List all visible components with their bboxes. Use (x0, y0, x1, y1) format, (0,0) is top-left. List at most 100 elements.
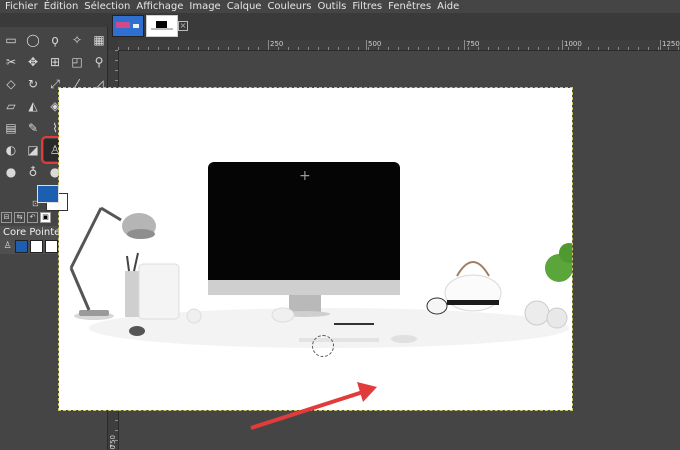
ruler-minor-tick (148, 47, 149, 50)
menu-item[interactable]: Calque (224, 0, 265, 13)
thumbnail-1-icon (113, 16, 143, 36)
menu-item[interactable]: Affichage (133, 0, 186, 13)
free-select-icon[interactable]: ϙ (44, 29, 66, 51)
option-swatch[interactable] (15, 240, 28, 253)
ruler-minor-tick (128, 47, 129, 50)
ruler-minor-tick (278, 47, 279, 50)
ruler-minor-tick (115, 60, 118, 61)
ruler-minor-tick (115, 80, 118, 81)
zoom-icon[interactable]: ⚲ (88, 51, 110, 73)
close-tab-icon[interactable]: × (178, 21, 188, 31)
ruler-minor-tick (398, 47, 399, 50)
align-icon[interactable]: ⊞ (44, 51, 66, 73)
ruler-minor-tick (638, 47, 639, 50)
ruler-minor-tick (158, 47, 159, 50)
ruler-minor-tick (468, 47, 469, 50)
dock-tab[interactable]: ⇆ (14, 211, 25, 223)
ruler-minor-tick (458, 47, 459, 50)
menu-item[interactable]: Couleurs (264, 0, 314, 13)
tool-options-title: Core Pointer (3, 227, 65, 238)
image-canvas[interactable] (58, 87, 579, 411)
menu-item[interactable]: Sélection (81, 0, 133, 13)
horizontal-ruler[interactable]: 250 500 750 1000 1250 (118, 40, 680, 51)
ruler-minor-tick (538, 47, 539, 50)
scissors-icon[interactable]: ✂ (0, 51, 22, 73)
ruler-tick (562, 40, 563, 50)
menu-item[interactable]: Fenêtres (385, 0, 434, 13)
ellipse-select-icon[interactable]: ◯ (22, 29, 44, 51)
menu-item[interactable]: Filtres (349, 0, 385, 13)
menu-item[interactable]: Édition (41, 0, 82, 13)
ruler-label: 500 (368, 40, 382, 48)
ruler-tick (464, 40, 465, 50)
rotate-icon[interactable]: ↻ (22, 73, 44, 95)
ruler-minor-tick (588, 47, 589, 50)
ruler-minor-tick (678, 47, 679, 50)
ruler-minor-tick (178, 47, 179, 50)
dock-tab[interactable]: ▣ (40, 211, 51, 223)
dock-tab[interactable]: ⊟ (1, 211, 12, 223)
menu-item[interactable]: Aide (434, 0, 462, 13)
fuzzy-select-icon[interactable]: ✧ (66, 29, 88, 51)
crosshair-cursor: + (299, 168, 311, 184)
option-swatch[interactable] (30, 240, 43, 253)
ruler-minor-tick (318, 47, 319, 50)
ruler-minor-tick (408, 47, 409, 50)
ruler-minor-tick (168, 47, 169, 50)
menu-item[interactable]: Image (186, 0, 223, 13)
ruler-minor-tick (115, 440, 118, 441)
ruler-minor-tick (508, 47, 509, 50)
ruler-minor-tick (248, 47, 249, 50)
image-tab-thumbnail-2[interactable] (146, 15, 178, 37)
pencil-icon[interactable]: ✎ (22, 117, 44, 139)
airbrush-icon[interactable]: ◪ (22, 139, 44, 161)
ruler-minor-tick (228, 47, 229, 50)
ruler-label: 1000 (564, 40, 582, 48)
bucket-fill-icon[interactable]: ◐ (0, 139, 22, 161)
ruler-minor-tick (308, 47, 309, 50)
ruler-minor-tick (258, 47, 259, 50)
ruler-minor-tick (288, 47, 289, 50)
dock-tab[interactable]: ↶ (27, 211, 38, 223)
ruler-minor-tick (448, 47, 449, 50)
ruler-minor-tick (115, 50, 118, 51)
ruler-minor-tick (218, 47, 219, 50)
blur-icon[interactable]: ♁ (22, 161, 44, 183)
ruler-minor-tick (478, 47, 479, 50)
ruler-minor-tick (188, 47, 189, 50)
ruler-minor-tick (578, 47, 579, 50)
ruler-corner[interactable] (108, 40, 118, 50)
move-icon[interactable]: ✥ (22, 51, 44, 73)
gradient-icon[interactable]: ▤ (0, 117, 22, 139)
ruler-minor-tick (548, 47, 549, 50)
shear-icon[interactable]: ▱ (0, 95, 22, 117)
photo-desk-scene (69, 162, 579, 348)
thumbnail-2-icon (147, 16, 177, 36)
menu-item[interactable]: Outils (314, 0, 349, 13)
ruler-minor-tick (378, 47, 379, 50)
foreground-color-swatch[interactable] (37, 185, 59, 203)
ruler-minor-tick (328, 47, 329, 50)
ruler-minor-tick (348, 47, 349, 50)
rect-select-icon[interactable]: ▭ (0, 29, 22, 51)
crop-icon[interactable]: ◰ (66, 51, 88, 73)
image-tab-thumbnail-1[interactable] (112, 15, 144, 37)
menu-bar: Fichier Édition Sélection Affichage Image Cal… (0, 0, 680, 13)
ruler-minor-tick (668, 47, 669, 50)
flip-icon[interactable]: ◭ (22, 95, 44, 117)
option-swatch[interactable] (45, 240, 58, 253)
ruler-minor-tick (138, 47, 139, 50)
ruler-minor-tick (608, 47, 609, 50)
ruler-minor-tick (628, 47, 629, 50)
ruler-minor-tick (438, 47, 439, 50)
ruler-minor-tick (418, 47, 419, 50)
ruler-minor-tick (298, 47, 299, 50)
ruler-minor-tick (115, 410, 118, 411)
ruler-minor-tick (338, 47, 339, 50)
smudge-icon[interactable]: ● (0, 161, 22, 183)
unified-transform-icon[interactable]: ◇ (0, 73, 22, 95)
ruler-minor-tick (115, 420, 118, 421)
color-select-icon[interactable]: ▦ (88, 29, 110, 51)
ink-options-icon[interactable]: ♙ (2, 240, 13, 251)
menu-item[interactable]: Fichier (2, 0, 41, 13)
